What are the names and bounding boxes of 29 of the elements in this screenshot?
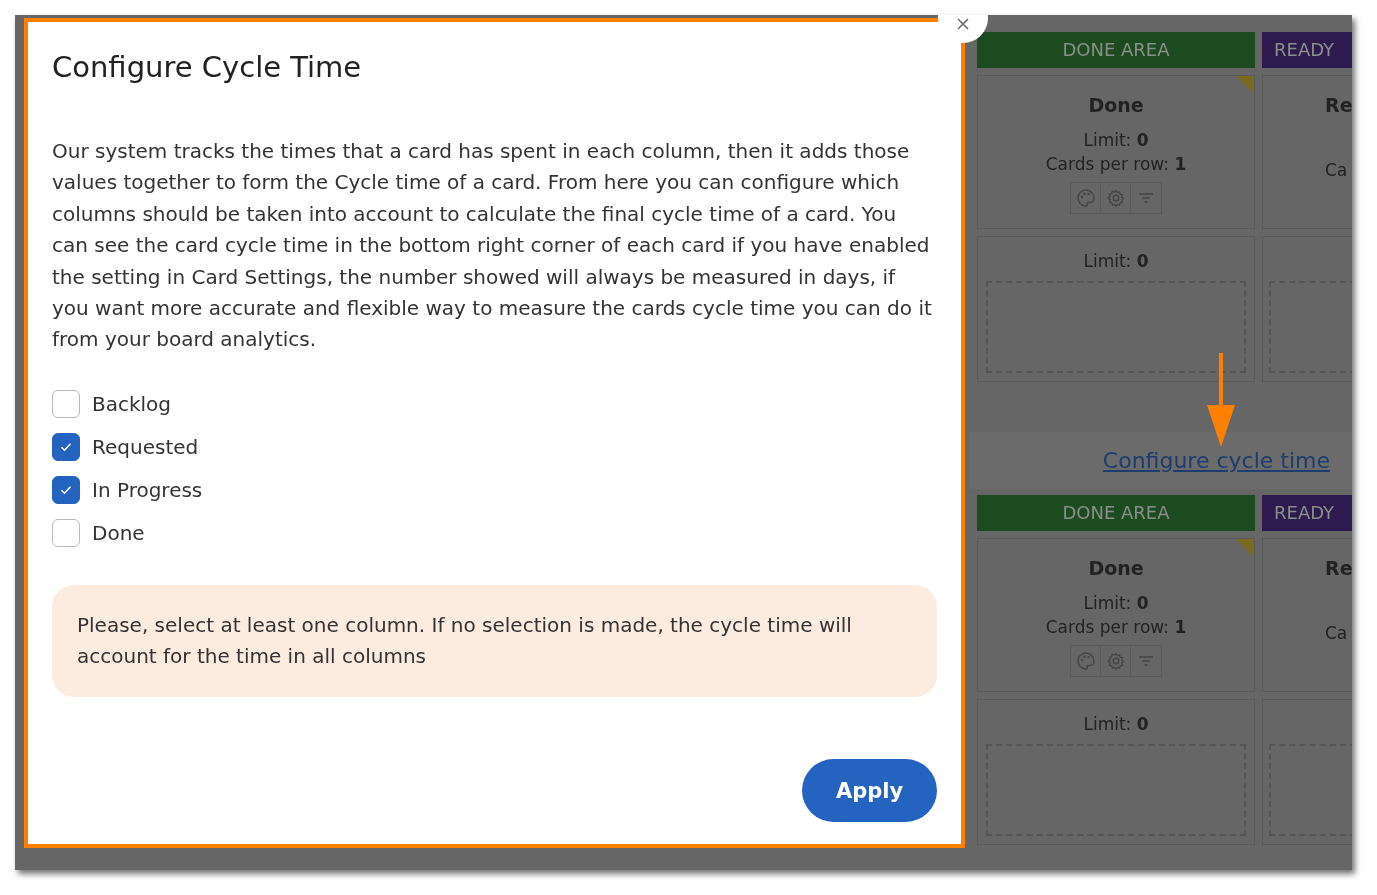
- checkbox-label: Backlog: [92, 391, 172, 416]
- limit-text: Limit: 0: [1083, 593, 1149, 613]
- cards-per-row-text: Cards per row: 1: [1045, 617, 1187, 637]
- cards-per-row-text: Ca: [1325, 623, 1348, 643]
- description-text: Our system tracks the times that a card has spent in each column, then it adds those values together to form the Cycle time of a card. From here you can configure which columns should be taken into account to calculate the final cycle time of a card. You can see the card cycle time in the bottom right corner of each card if you have enabled the setting in Card Settings, the number showed will always be measured in days, if you want more accurate and flexible way to measure the cards cycle time you can do it from your board analytics.: [52, 138, 933, 354]
- checkbox-label: Requested: [92, 434, 199, 459]
- lane-header: DONE AREA: [977, 495, 1255, 531]
- column-title: Done: [1088, 557, 1144, 579]
- lane-header: DONE AREA: [977, 32, 1255, 68]
- checkbox[interactable]: [52, 432, 80, 461]
- cards-per-row-text: Cards per row: 1: [1045, 154, 1187, 174]
- apply-button[interactable]: Apply: [802, 759, 937, 822]
- checkbox[interactable]: [52, 475, 80, 504]
- limit-text: Limit: 0: [1083, 251, 1149, 271]
- column-title: Done: [1088, 94, 1144, 116]
- checkbox[interactable]: [52, 389, 80, 418]
- column-title: Re: [1325, 557, 1352, 579]
- dialog-title: Configure Cycle Time: [52, 50, 363, 84]
- notice-text: Please, select at least one column. If no selection is made, the cycle time will account for the time in all columns: [77, 612, 852, 669]
- limit-text: Limit: 0: [1083, 714, 1149, 734]
- close-icon: [956, 17, 970, 31]
- checkbox[interactable]: [52, 518, 80, 547]
- checkbox-label: Done: [92, 520, 145, 545]
- limit-text: Limit: 0: [1083, 130, 1149, 150]
- lane-header: READY: [1262, 495, 1352, 531]
- checkbox-label: In Progress: [92, 477, 203, 502]
- column-title: Re: [1325, 94, 1352, 116]
- cards-per-row-text: Ca: [1325, 160, 1348, 180]
- lane-header: READY: [1262, 32, 1352, 68]
